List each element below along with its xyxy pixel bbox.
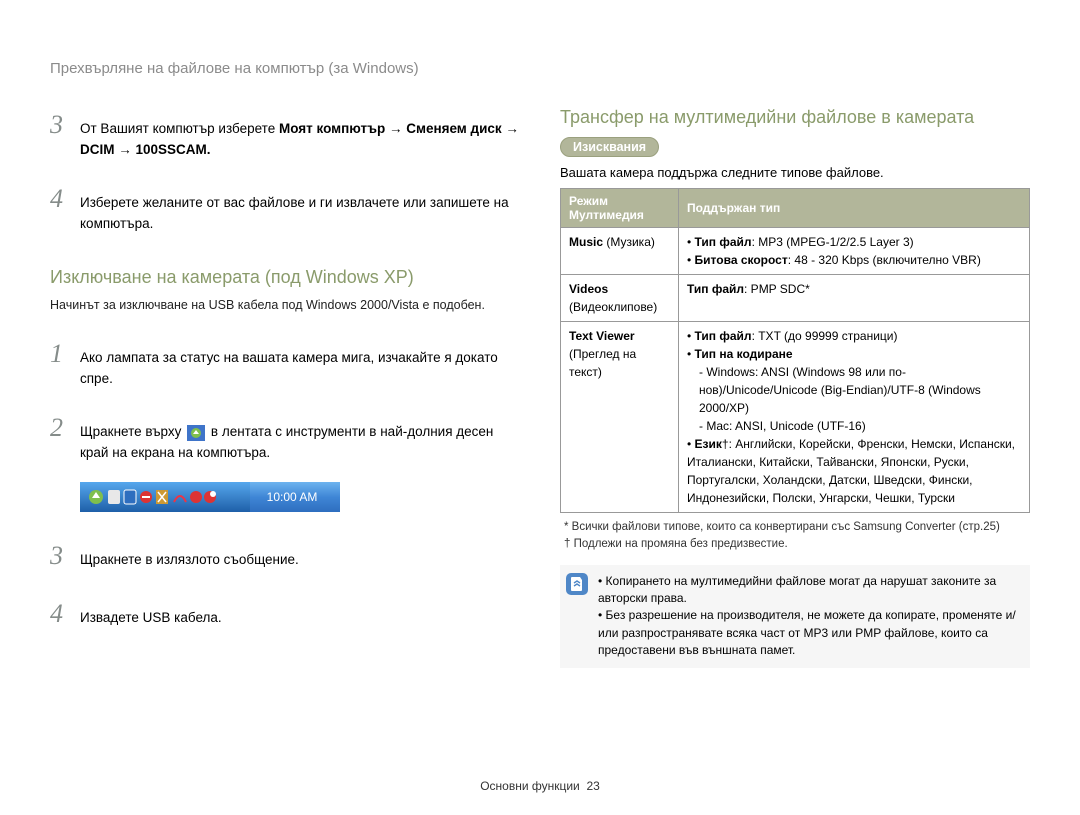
windows-taskbar-screenshot: 10:00 AM xyxy=(80,482,340,512)
step-3: 3 От Вашият компютър изберете Моят компю… xyxy=(50,105,520,161)
info-callout: Копирането на мултимедийни файлове могат… xyxy=(560,565,1030,668)
step-1: 1 Ако лампата за статус на вашата камера… xyxy=(50,334,520,390)
step-text: Изберете желаните от вас файлове и ги из… xyxy=(80,193,520,235)
step-3b: 3 Щракнете в излязлото съобщение. xyxy=(50,536,520,576)
support-intro: Вашата камера поддържа следните типове ф… xyxy=(560,165,1030,180)
step-text: Ако лампата за статус на вашата камера м… xyxy=(80,348,520,390)
step-number: 3 xyxy=(50,105,70,145)
step-4: 4 Изберете желаните от вас файлове и ги … xyxy=(50,179,520,235)
table-row: Videos(Видеоклипове) Тип файл: PMP SDC* xyxy=(561,275,1030,322)
info-bullet: Копирането на мултимедийни файлове могат… xyxy=(598,573,1024,608)
page-footer: Основни функции 23 xyxy=(0,779,1080,793)
taskbar-time-text: 10:00 AM xyxy=(267,490,318,504)
usb-eject-icon xyxy=(187,425,205,441)
step-number: 4 xyxy=(50,594,70,634)
step-number: 3 xyxy=(50,536,70,576)
step-4b: 4 Извадете USB кабела. xyxy=(50,594,520,634)
step-number: 2 xyxy=(50,408,70,448)
step-number: 4 xyxy=(50,179,70,219)
step-text: От Вашият компютър изберете Моят компютъ… xyxy=(80,119,520,161)
step-2: 2 Щракнете върху в лентата с инструменти… xyxy=(50,408,520,464)
th-type: Поддържан тип xyxy=(679,189,1030,228)
page-title: Прехвърляне на файлове на компютър (за W… xyxy=(50,60,1030,77)
footnote: * Всички файлови типове, които са конвер… xyxy=(560,519,1030,536)
table-row: Music (Музика) Тип файл: MP3 (MPEG-1/2/2… xyxy=(561,228,1030,275)
table-row: Text Viewer(Преглед на текст) Тип файл: … xyxy=(561,322,1030,513)
step-text: Щракнете в излязлото съобщение. xyxy=(80,550,520,571)
step-number: 1 xyxy=(50,334,70,374)
step-text: Извадете USB кабела. xyxy=(80,608,520,629)
media-support-table: РежимМултимедия Поддържан тип Music (Муз… xyxy=(560,188,1030,513)
section-subnote: Начинът за изключване на USB кабела под … xyxy=(50,297,520,315)
footnote: † Подлежи на промяна без предизвестие. xyxy=(560,536,1030,553)
step-text: Щракнете върху в лентата с инструменти в… xyxy=(80,422,520,464)
pill-label: Изисквания xyxy=(560,137,659,157)
footnotes: * Всички файлови типове, които са конвер… xyxy=(560,519,1030,552)
info-icon xyxy=(566,573,588,595)
th-mode: РежимМултимедия xyxy=(561,189,679,228)
col-left: 3 От Вашият компютър изберете Моят компю… xyxy=(50,105,520,668)
section-heading: Изключване на камерата (под Windows XP) xyxy=(50,265,520,289)
info-bullet: Без разрешение на производителя, не може… xyxy=(598,607,1024,659)
section-heading: Трансфер на мултимедийни файлове в камер… xyxy=(560,105,1030,129)
col-right: Трансфер на мултимедийни файлове в камер… xyxy=(560,105,1030,668)
